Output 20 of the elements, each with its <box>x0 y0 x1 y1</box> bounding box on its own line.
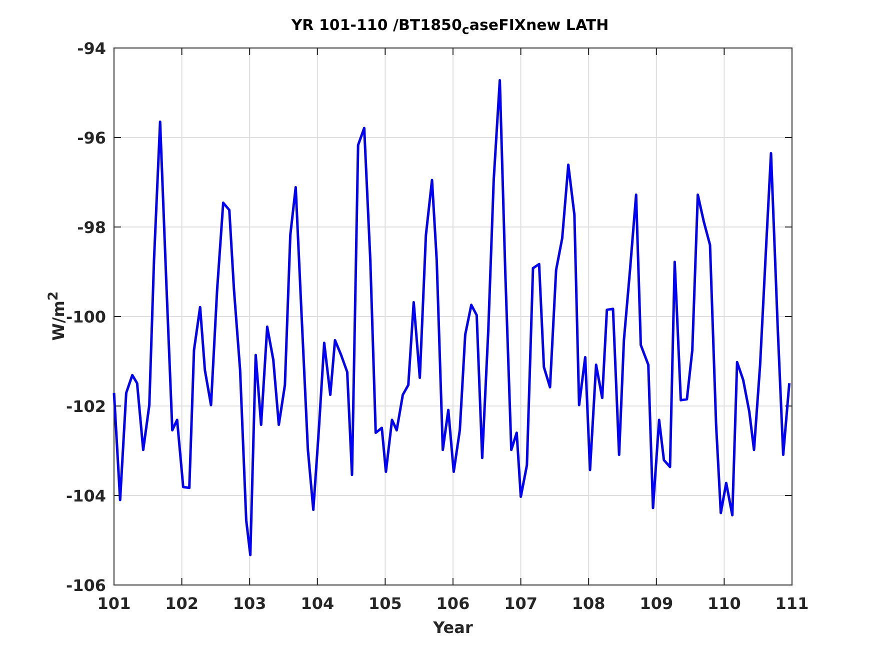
tick-label: -98 <box>77 218 106 237</box>
x-axis-label: Year <box>433 618 473 637</box>
tick-label: 101 <box>97 594 131 613</box>
tick-label: -102 <box>66 397 106 416</box>
tick-label: 107 <box>504 594 538 613</box>
tick-label: 103 <box>232 594 266 613</box>
tick-label: 110 <box>708 594 741 613</box>
tick-label: -100 <box>66 308 106 326</box>
tick-label: 109 <box>640 594 674 613</box>
tick-label: -96 <box>77 128 106 148</box>
chart-title: YR 101-110 /BT1850$_{c}$aseFIXnew LATH <box>291 16 609 34</box>
tick-label: 102 <box>165 594 198 613</box>
tick-label: -104 <box>66 486 106 506</box>
tick-label: -94 <box>77 39 106 58</box>
tick-label: -106 <box>66 576 106 595</box>
tick-label: 108 <box>572 594 606 613</box>
tick-label: 105 <box>368 594 402 613</box>
tick-label: 111 <box>775 594 809 613</box>
tick-label: 106 <box>436 594 470 613</box>
tick-label: 104 <box>300 594 334 613</box>
